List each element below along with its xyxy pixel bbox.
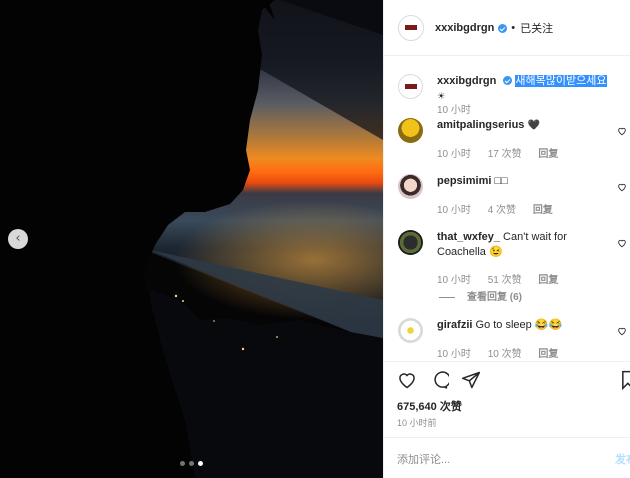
comment-bubble-icon[interactable] bbox=[429, 370, 449, 390]
carousel-dot bbox=[189, 461, 194, 466]
share-paper-plane-icon[interactable] bbox=[461, 370, 481, 390]
post-comment-button[interactable]: 发布 bbox=[615, 451, 630, 467]
commenter-avatar[interactable] bbox=[398, 174, 423, 199]
comment-time[interactable]: 10 小时 bbox=[437, 205, 471, 216]
instagram-post-view: ‹ xxxibgdrgn • 已关注 xxxibgdrgn 새해복많이받으세요☀ bbox=[0, 0, 630, 478]
comment-username[interactable]: pepsimimi bbox=[437, 175, 491, 187]
carousel-dot bbox=[180, 461, 185, 466]
comment-username[interactable]: that_wxfey_ bbox=[437, 231, 500, 243]
comment-text: 🖤 bbox=[527, 120, 540, 131]
comment-meta: 10 小时 10 次赞 回复 bbox=[437, 345, 572, 360]
add-comment-bar: 添加评论... 发布 bbox=[384, 437, 630, 478]
comment-meta: 10 小时 51 次赞 回复 bbox=[437, 271, 572, 286]
comment-username[interactable]: girafzii bbox=[437, 319, 472, 331]
carousel-indicator bbox=[180, 461, 203, 466]
comment-time[interactable]: 10 小时 bbox=[437, 275, 471, 286]
caption-username[interactable]: xxxibgdrgn bbox=[437, 75, 496, 87]
like-comment-heart-icon[interactable] bbox=[617, 126, 627, 136]
comment-likes[interactable]: 17 次赞 bbox=[488, 149, 522, 160]
verified-badge-icon bbox=[498, 24, 508, 33]
commenter-avatar[interactable] bbox=[398, 118, 423, 143]
comment-username[interactable]: amitpalingserius bbox=[437, 119, 524, 131]
silhouette-sunset-image bbox=[0, 0, 383, 478]
comment-likes[interactable]: 4 次赞 bbox=[488, 205, 516, 216]
replies-divider bbox=[439, 296, 455, 298]
reply-button[interactable]: 回复 bbox=[538, 149, 558, 160]
header-username[interactable]: xxxibgdrgn bbox=[435, 22, 494, 34]
follow-status-button[interactable]: 已关注 bbox=[520, 20, 553, 36]
avatar[interactable] bbox=[398, 74, 423, 99]
like-comment-heart-icon[interactable] bbox=[617, 182, 627, 192]
caption-time[interactable]: 10 小时 bbox=[437, 105, 471, 116]
post-photo[interactable]: ‹ bbox=[0, 0, 383, 478]
comment-likes[interactable]: 51 次赞 bbox=[488, 275, 522, 286]
reply-button[interactable]: 回复 bbox=[538, 275, 558, 286]
verified-badge-icon bbox=[503, 76, 513, 85]
caption-meta: 10 小时 bbox=[437, 101, 485, 116]
save-bookmark-icon[interactable] bbox=[620, 370, 630, 390]
comment-time[interactable]: 10 小时 bbox=[437, 349, 471, 360]
like-comment-heart-icon[interactable] bbox=[617, 238, 627, 248]
post-timestamp[interactable]: 10 小时前 bbox=[397, 416, 437, 429]
reply-button[interactable]: 回复 bbox=[538, 349, 558, 360]
comment-input[interactable]: 添加评论... bbox=[397, 451, 450, 467]
header-separator: • bbox=[511, 21, 516, 34]
comment-likes[interactable]: 10 次赞 bbox=[488, 349, 522, 360]
comment-meta: 10 小时 4 次赞 回复 bbox=[437, 201, 567, 216]
post-actions: 675,640 次赞 10 小时前 bbox=[384, 361, 630, 437]
carousel-dot-active bbox=[198, 461, 203, 466]
view-replies-label: 查看回复 (6) bbox=[467, 292, 522, 303]
commenter-avatar[interactable] bbox=[398, 318, 423, 343]
carousel-previous-button[interactable]: ‹ bbox=[8, 229, 28, 249]
like-comment-heart-icon[interactable] bbox=[617, 326, 627, 336]
avatar[interactable] bbox=[398, 14, 424, 41]
comment-text: □□ bbox=[494, 175, 508, 187]
post-header: xxxibgdrgn • 已关注 bbox=[384, 0, 630, 56]
comment-text: Go to sleep 😂😂 bbox=[475, 319, 563, 331]
caption-text: 새해복많이받으세요 bbox=[515, 75, 607, 87]
comment-time[interactable]: 10 小时 bbox=[437, 149, 471, 160]
commenter-avatar[interactable] bbox=[398, 230, 423, 255]
comment-list[interactable]: xxxibgdrgn 새해복많이받으세요☀ 10 小时 amitpalingse… bbox=[384, 57, 630, 361]
like-heart-icon[interactable] bbox=[397, 370, 417, 390]
post-like-count[interactable]: 675,640 次赞 bbox=[397, 398, 462, 414]
post-side-panel: xxxibgdrgn • 已关注 xxxibgdrgn 새해복많이받으세요☀ 1… bbox=[383, 0, 630, 478]
comment-meta: 10 小时 17 次赞 回复 bbox=[437, 145, 572, 160]
reply-button[interactable]: 回复 bbox=[533, 205, 553, 216]
view-replies-button[interactable]: 查看回复 (6) bbox=[439, 288, 522, 303]
chevron-left-icon: ‹ bbox=[15, 231, 21, 246]
